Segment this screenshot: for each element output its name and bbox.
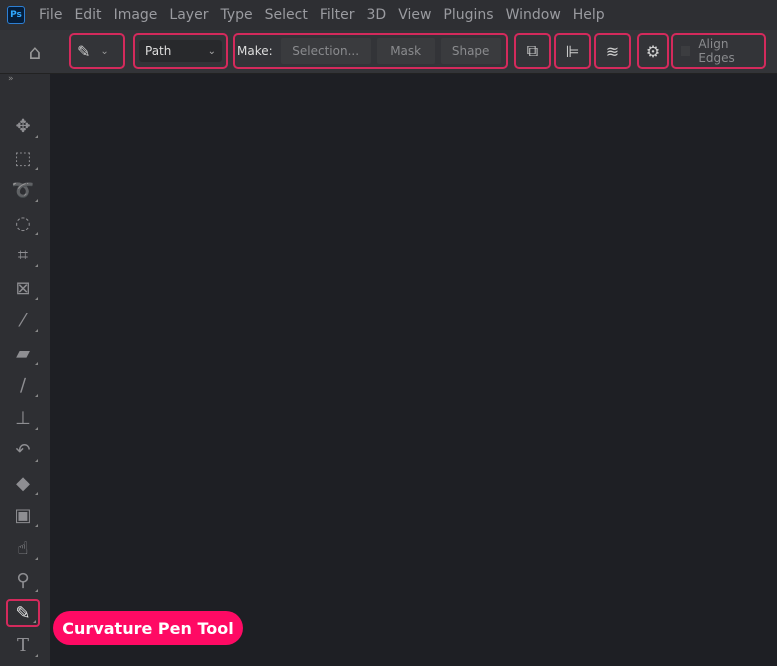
mode-value: Path [145, 44, 172, 58]
align-edges-label: Align Edges [698, 37, 735, 65]
crop-icon[interactable]: ⌗ [6, 241, 40, 269]
photoshop-logo: Ps [7, 6, 25, 24]
path-arrangement-button[interactable]: ≋ [594, 33, 631, 69]
menu-bar: Ps File Edit Image Layer Type Select Fil… [0, 0, 777, 30]
tool-tooltip: Curvature Pen Tool [53, 611, 243, 645]
collapse-panel-icon[interactable]: » [8, 74, 14, 84]
menu-filter[interactable]: Filter [320, 7, 355, 23]
path-alignment-icon: ⊫ [565, 41, 580, 61]
path-operations-icon: ⧉ [526, 41, 539, 60]
menu-file[interactable]: File [39, 7, 62, 23]
mask-button[interactable]: Mask [376, 38, 435, 64]
home-icon[interactable]: ⌂ [22, 40, 48, 64]
menu-select[interactable]: Select [265, 7, 308, 23]
menu-image[interactable]: Image [114, 7, 158, 23]
history-brush-icon[interactable]: ↶ [6, 436, 40, 464]
make-label: Make: [237, 44, 273, 58]
type-icon[interactable]: T [6, 631, 40, 659]
eraser-icon[interactable]: ◆ [6, 469, 40, 497]
eyedropper-icon[interactable]: ⁄ [6, 306, 40, 334]
chevron-down-icon: ⌄ [100, 45, 109, 57]
healing-brush-icon[interactable]: ▰ [6, 339, 40, 367]
path-arrangement-icon: ≋ [605, 41, 620, 61]
menu-plugins[interactable]: Plugins [443, 7, 493, 23]
gear-icon: ⚙ [645, 41, 661, 61]
mode-group: Path ⌄ [133, 33, 228, 69]
brush-icon[interactable]: ∕ [6, 371, 40, 399]
curvature-pen-icon: ✎ [77, 41, 91, 61]
quick-selection-icon[interactable]: ◌ [6, 209, 40, 237]
path-operations-button[interactable]: ⧉ [514, 33, 551, 69]
gradient-icon[interactable]: ▣ [6, 501, 40, 529]
settings-button[interactable]: ⚙ [637, 33, 669, 69]
menu-type[interactable]: Type [220, 7, 252, 23]
lasso-icon[interactable]: ➰ [6, 176, 40, 204]
mode-dropdown[interactable]: Path ⌄ [139, 40, 222, 62]
shape-button[interactable]: Shape [440, 38, 501, 64]
menu-3d[interactable]: 3D [367, 7, 387, 23]
move-icon[interactable]: ✥ [6, 112, 40, 140]
chevron-down-icon: ⌄ [207, 45, 216, 57]
menu-edit[interactable]: Edit [74, 7, 101, 23]
selection-button[interactable]: Selection... [280, 38, 371, 64]
frame-icon[interactable]: ⊠ [6, 274, 40, 302]
curvature-pen-icon[interactable]: ✎ [6, 599, 40, 627]
menu-view[interactable]: View [398, 7, 431, 23]
make-group: Make: Selection... Mask Shape [233, 33, 508, 69]
dodge-icon[interactable]: ⚲ [6, 566, 40, 594]
tools-panel: » ✥ ⬚ ➰ ◌ ⌗ ⊠ ⁄ ▰ ∕ ⊥ ↶ ◆ ▣ ☝ ⚲ ✎ T [0, 74, 50, 666]
path-alignment-button[interactable]: ⊫ [554, 33, 591, 69]
canvas-area[interactable] [50, 74, 777, 666]
menu-window[interactable]: Window [506, 7, 561, 23]
tool-preset-picker[interactable]: ✎ ⌄ [69, 33, 125, 69]
align-edges-option[interactable]: Align Edges [671, 33, 766, 69]
smudge-icon[interactable]: ☝ [6, 534, 40, 562]
menu-layer[interactable]: Layer [169, 7, 208, 23]
options-bar: ⌂ ✎ ⌄ Path ⌄ Make: Selection... Mask Shap… [0, 30, 777, 74]
clone-stamp-icon[interactable]: ⊥ [6, 404, 40, 432]
align-edges-checkbox[interactable] [681, 46, 691, 56]
menu-help[interactable]: Help [573, 7, 605, 23]
marquee-icon[interactable]: ⬚ [6, 144, 40, 172]
